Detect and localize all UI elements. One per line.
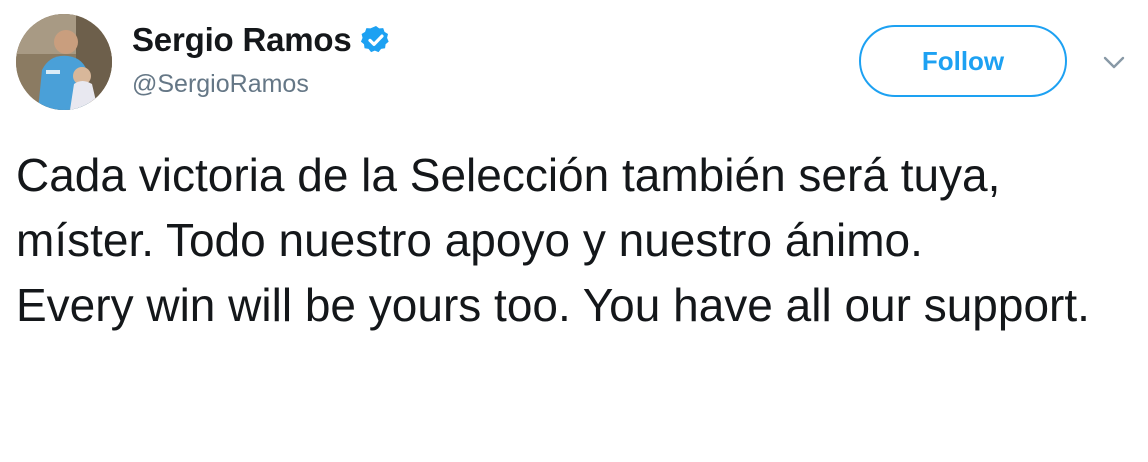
tweet-text-english: Every win will be yours too. You have al…	[16, 279, 1090, 331]
avatar[interactable]	[16, 14, 112, 110]
tweet-text: Cada victoria de la Selección también se…	[16, 143, 1136, 338]
verified-badge-icon	[360, 24, 392, 56]
tweet-card: Sergio Ramos @SergioRamos Follow Cada vi…	[0, 0, 1148, 462]
chevron-down-icon[interactable]	[1102, 54, 1126, 72]
user-handle[interactable]: @SergioRamos	[132, 70, 309, 99]
display-name[interactable]: Sergio Ramos	[132, 21, 352, 59]
author-header: Sergio Ramos	[132, 20, 392, 60]
avatar-photo	[16, 14, 112, 110]
tweet-text-spanish: Cada victoria de la Selección también se…	[16, 149, 1001, 266]
follow-button[interactable]: Follow	[859, 25, 1067, 97]
